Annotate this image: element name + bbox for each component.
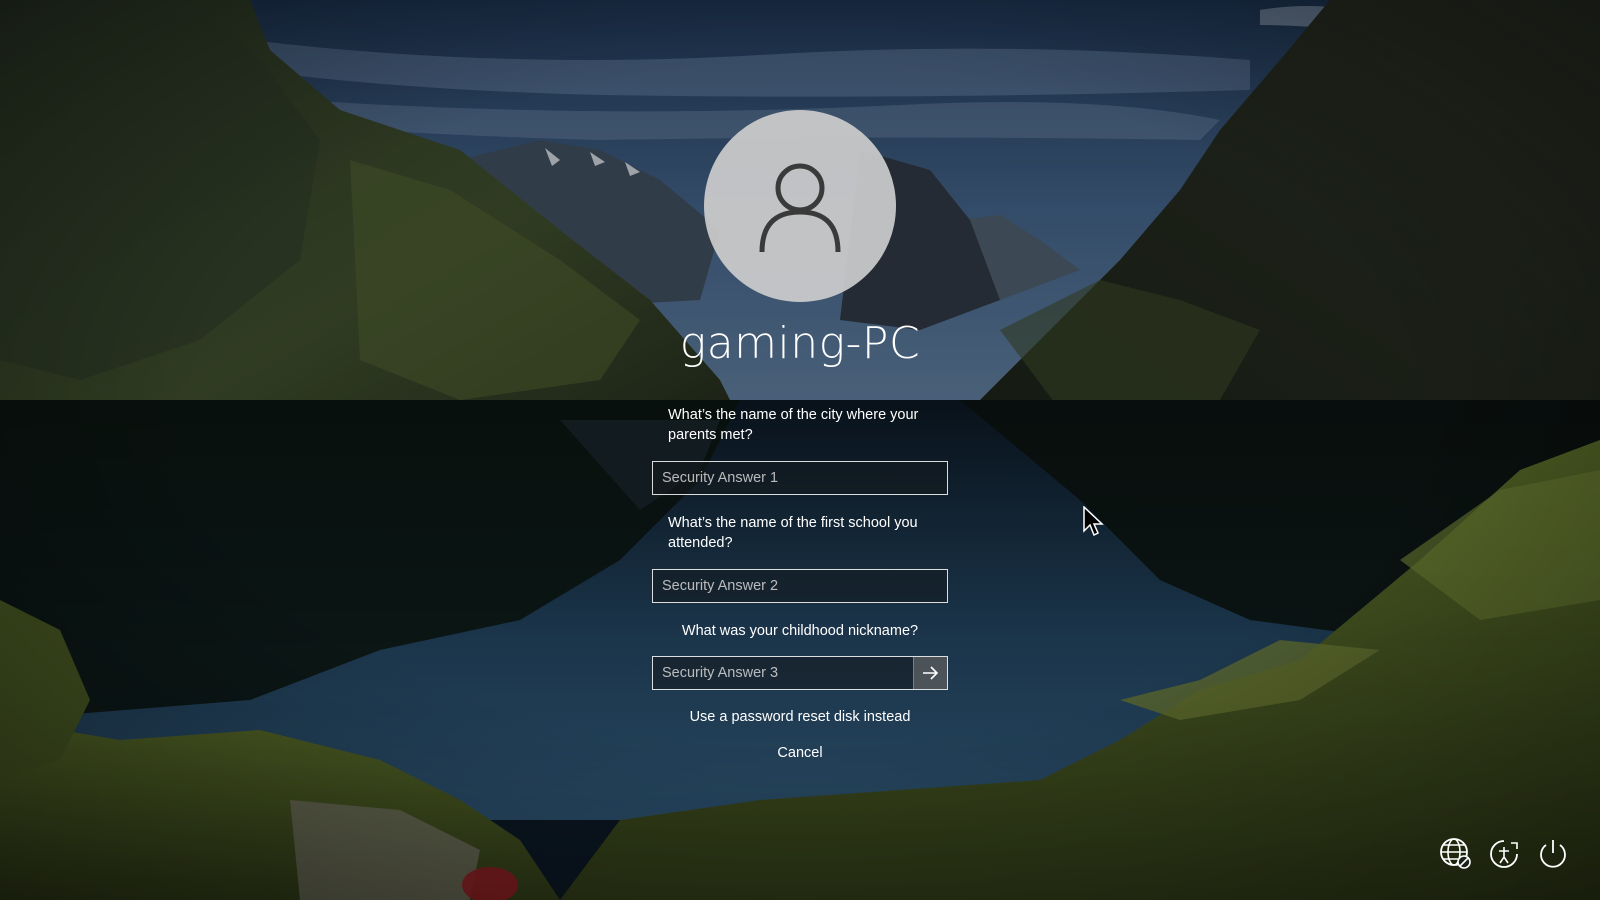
lock-screen: gaming-PC What’s the name of the city wh…	[0, 0, 1600, 900]
password-reset-disk-link[interactable]: Use a password reset disk instead	[600, 709, 1000, 725]
user-silhouette-icon	[759, 163, 841, 253]
mouse-cursor-icon	[1083, 505, 1105, 538]
security-answer-1-field[interactable]	[652, 461, 948, 495]
power-icon[interactable]	[1536, 837, 1570, 871]
security-question-1: What’s the name of the city where your p…	[668, 407, 919, 443]
submit-arrow-button[interactable]	[913, 657, 947, 689]
security-question-3: What was your childhood nickname?	[681, 623, 919, 639]
security-answer-1-input[interactable]	[653, 462, 947, 494]
account-name: gaming-PC	[679, 318, 921, 369]
ease-of-access-icon[interactable]	[1487, 837, 1521, 871]
cancel-link[interactable]: Cancel	[600, 745, 1000, 761]
user-avatar	[704, 110, 896, 302]
arrow-right-icon	[923, 666, 939, 680]
security-questions-panel: gaming-PC What’s the name of the city wh…	[0, 0, 1600, 900]
security-answer-2-field[interactable]	[652, 569, 948, 603]
security-answer-3-field[interactable]	[652, 656, 948, 690]
security-question-2: What’s the name of the first school you …	[668, 515, 918, 551]
network-icon[interactable]	[1439, 837, 1473, 871]
security-answer-2-input[interactable]	[653, 570, 947, 602]
security-answer-3-input[interactable]	[653, 657, 915, 689]
